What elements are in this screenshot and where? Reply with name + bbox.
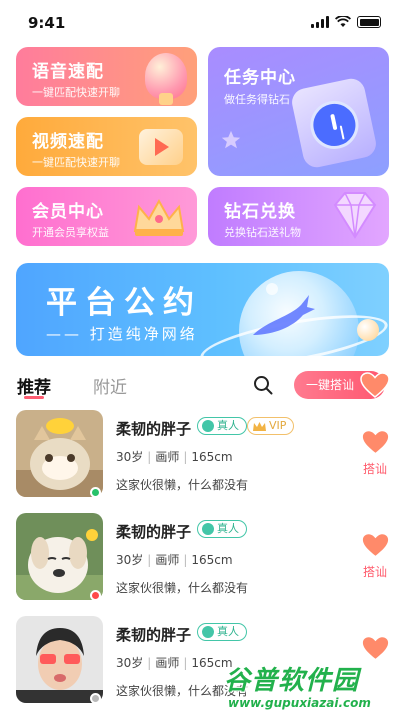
diamond-exchange-subtitle: 兑换钻石送礼物 xyxy=(224,226,301,239)
avatar[interactable] xyxy=(16,616,103,703)
online-status-dot xyxy=(90,590,101,601)
wifi-icon xyxy=(335,16,351,27)
voice-match-subtitle: 一键匹配快速开聊 xyxy=(32,86,120,99)
user-signature: 这家伙很懒，什么都没有 xyxy=(116,581,249,595)
banner-subtitle: —— 打造纯净网络 xyxy=(46,325,198,343)
task-center-subtitle: 做任务得钻石 xyxy=(224,93,290,106)
crown-icon xyxy=(133,198,185,236)
avatar[interactable] xyxy=(16,410,103,497)
task-center-title: 任务中心 xyxy=(224,68,296,88)
diamond-exchange-title: 钻石兑换 xyxy=(224,202,296,222)
one-click-greet-label: 一键搭讪 xyxy=(306,378,355,392)
signal-icon xyxy=(311,16,329,28)
user-name: 柔韧的胖子 xyxy=(116,523,192,541)
avatar[interactable] xyxy=(16,513,103,600)
real-person-badge: 真人 xyxy=(197,623,247,641)
status-bar: 9:41 xyxy=(0,0,405,44)
watermark-url: www.gupuxiazai.com xyxy=(228,696,371,710)
user-name: 柔韧的胖子 xyxy=(116,420,192,438)
heart-icon[interactable] xyxy=(362,636,389,660)
calendar-clock-icon xyxy=(289,76,379,170)
tab-nearby[interactable]: 附近 xyxy=(93,373,127,398)
search-icon[interactable] xyxy=(253,375,273,395)
video-play-icon xyxy=(139,129,183,165)
whale-icon xyxy=(253,295,315,335)
watermark: 谷普软件园 www.gupuxiazai.com xyxy=(220,660,405,720)
user-signature: 这家伙很懒，什么都没有 xyxy=(116,478,249,492)
voice-match-title: 语音速配 xyxy=(32,62,104,82)
online-status-dot xyxy=(90,693,101,704)
star-icon xyxy=(221,130,241,149)
real-person-badge: 真人 xyxy=(197,520,247,538)
user-info: 30岁 | 画师 | 165cm xyxy=(116,553,233,567)
status-icons xyxy=(311,16,381,28)
battery-icon xyxy=(357,16,381,28)
greet-button[interactable]: 搭讪 xyxy=(363,563,387,580)
user-info: 30岁 | 画师 | 165cm xyxy=(116,656,233,670)
crown-icon xyxy=(253,422,266,431)
vip-center-title: 会员中心 xyxy=(32,202,104,222)
diamond-exchange-card[interactable]: 钻石兑换 兑换钻石送礼物 xyxy=(208,187,389,246)
heart-icon xyxy=(360,372,390,398)
status-time: 9:41 xyxy=(28,14,66,32)
watermark-title: 谷普软件园 xyxy=(224,666,360,696)
user-name: 柔韧的胖子 xyxy=(116,626,192,644)
vip-center-card[interactable]: 会员中心 开通会员享权益 xyxy=(16,187,197,246)
list-item[interactable]: 柔韧的胖子 真人 VIP 30岁 | 画师 | 165cm 这家伙很懒，什么都没有 搭讪 xyxy=(0,410,405,513)
verified-icon xyxy=(202,626,214,638)
banner-title: 平台公约 xyxy=(46,285,202,321)
video-match-subtitle: 一键匹配快速开聊 xyxy=(32,156,120,169)
bubble-decoration xyxy=(357,319,379,341)
verified-icon xyxy=(202,523,214,535)
verified-icon xyxy=(202,420,214,432)
heart-icon[interactable] xyxy=(362,430,389,454)
active-tab-indicator xyxy=(24,396,44,399)
video-match-title: 视频速配 xyxy=(32,132,104,152)
task-center-card[interactable]: 任务中心 做任务得钻石 xyxy=(208,47,389,176)
microphone-icon xyxy=(145,53,187,105)
real-person-badge: 真人 xyxy=(197,417,247,435)
user-info: 30岁 | 画师 | 165cm xyxy=(116,450,233,464)
list-item[interactable]: 柔韧的胖子 真人 30岁 | 画师 | 165cm 这家伙很懒，什么都没有 搭讪 xyxy=(0,513,405,616)
diamond-icon xyxy=(333,192,377,239)
vip-badge: VIP xyxy=(247,417,295,435)
vip-center-subtitle: 开通会员享权益 xyxy=(32,226,109,239)
voice-match-card[interactable]: 语音速配 一键匹配快速开聊 xyxy=(16,47,197,106)
online-status-dot xyxy=(90,487,101,498)
video-match-card[interactable]: 视频速配 一键匹配快速开聊 xyxy=(16,117,197,176)
greet-button[interactable]: 搭讪 xyxy=(363,460,387,477)
tab-recommend[interactable]: 推荐 xyxy=(17,373,51,398)
heart-icon[interactable] xyxy=(362,533,389,557)
platform-rules-banner[interactable]: 平台公约 —— 打造纯净网络 xyxy=(16,263,389,356)
